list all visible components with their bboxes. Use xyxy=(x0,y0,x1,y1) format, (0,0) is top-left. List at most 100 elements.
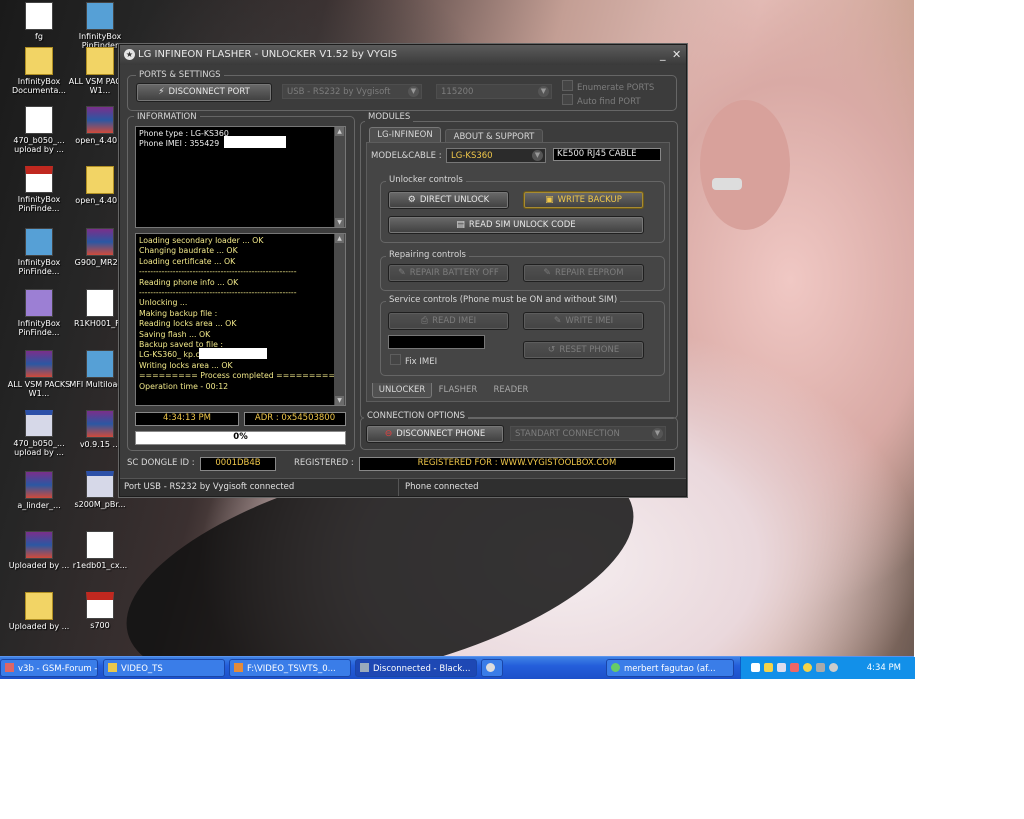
log-line: Changing baudrate ... OK xyxy=(139,246,238,256)
repairing-controls-label: Repairing controls xyxy=(386,250,469,260)
tray-icon-6[interactable] xyxy=(816,663,825,672)
reset-phone-button[interactable]: ↺ RESET PHONE xyxy=(523,341,644,359)
taskbar: v3b - GSM-Forum - M... VIDEO_TS F:\VIDEO… xyxy=(0,656,915,679)
folder-icon xyxy=(86,47,114,75)
repair-battery-off-button[interactable]: ✎ REPAIR BATTERY OFF xyxy=(388,264,509,282)
status-divider xyxy=(398,479,399,496)
wrench-icon: ✎ xyxy=(398,268,406,278)
close-button[interactable]: ✕ xyxy=(672,45,681,65)
window-title: LG INFINEON FLASHER - UNLOCKER V1.52 by … xyxy=(138,49,398,60)
doc-icon xyxy=(25,2,53,30)
log-line: Loading secondary loader ... OK xyxy=(139,236,264,245)
progress-label: 0% xyxy=(233,432,248,442)
wallpaper-earring xyxy=(712,178,742,190)
log-lines: Loading secondary loader ... OK Changing … xyxy=(136,234,345,394)
app-icon xyxy=(25,228,53,256)
write-backup-button[interactable]: ▣ WRITE BACKUP xyxy=(523,191,644,209)
winapp-icon xyxy=(25,410,53,437)
pdf-icon xyxy=(25,166,53,193)
disconnect-port-button[interactable]: ⚡ DISCONNECT PORT xyxy=(136,83,272,102)
backup-icon: ▣ xyxy=(545,195,554,205)
auto-find-port-checkbox[interactable]: Auto find PORT xyxy=(562,94,641,108)
desktop-icon[interactable]: s700 xyxy=(63,592,137,630)
chevron-down-icon: ▼ xyxy=(408,86,419,97)
tray-icon-3[interactable] xyxy=(777,663,786,672)
title-bar[interactable]: ★ LG INFINEON FLASHER - UNLOCKER V1.52 b… xyxy=(120,45,686,65)
scroll-up-icon[interactable]: ▲ xyxy=(335,127,344,136)
cable-display: KE500 RJ45 CABLE xyxy=(553,148,661,161)
ports-settings-label: PORTS & SETTINGS xyxy=(136,70,224,80)
repair-eeprom-button[interactable]: ✎ REPAIR EEPROM xyxy=(523,264,644,282)
modules-label: MODULES xyxy=(365,112,414,122)
tray-icon-2[interactable] xyxy=(764,663,773,672)
imei-input[interactable] xyxy=(388,335,485,349)
log-scrollbar[interactable]: ▲ ▼ xyxy=(334,234,345,405)
sim-icon: ▤ xyxy=(456,220,465,230)
network-icon xyxy=(360,663,369,672)
write-imei-button[interactable]: ✎ WRITE IMEI xyxy=(523,312,644,330)
desktop-icon[interactable]: r1edb01_cx... xyxy=(63,531,137,570)
fix-imei-checkbox[interactable]: Fix IMEI xyxy=(390,354,437,368)
port-select[interactable]: USB - RS232 by Vygisoft ▼ xyxy=(282,84,422,99)
model-select[interactable]: LG-KS360 ▼ xyxy=(446,148,546,163)
progress-bar: 0% xyxy=(135,431,346,445)
phone-disconnect-icon: ⊖ xyxy=(384,429,393,439)
registered-label: REGISTERED : xyxy=(294,458,354,468)
baud-select[interactable]: 115200 ▼ xyxy=(436,84,552,99)
enumerate-ports-checkbox[interactable]: Enumerate PORTS xyxy=(562,80,654,94)
write-icon: ✎ xyxy=(553,316,562,326)
read-sim-unlock-code-button[interactable]: ▤ READ SIM UNLOCK CODE xyxy=(388,216,644,234)
rar-icon xyxy=(86,410,114,438)
phone-status: Phone connected xyxy=(405,482,479,492)
folder-icon xyxy=(25,592,53,620)
flasher-window: ★ LG INFINEON FLASHER - UNLOCKER V1.52 b… xyxy=(119,44,687,497)
read-imei-button[interactable]: ⎙ READ IMEI xyxy=(388,312,509,330)
taskbar-item-disconnected[interactable]: Disconnected - Black... xyxy=(355,659,477,677)
filename-redaction xyxy=(199,348,267,359)
scroll-down-icon[interactable]: ▼ xyxy=(335,396,344,405)
scroll-up-icon[interactable]: ▲ xyxy=(335,234,344,243)
log-line: ----------------------------------------… xyxy=(139,267,297,277)
app-logo-icon: ★ xyxy=(124,49,135,60)
log-line: Operation time - 00:12 xyxy=(139,381,229,391)
reset-icon: ↺ xyxy=(547,345,556,355)
flasher-app-icon xyxy=(486,663,495,672)
taskbar-item-flasher[interactable] xyxy=(481,659,503,677)
messenger-icon xyxy=(611,663,620,672)
tab-flasher[interactable]: FLASHER xyxy=(433,383,483,397)
minimize-button[interactable]: _ xyxy=(660,45,666,65)
taskbar-item-messenger[interactable]: merbert fagutao (af... xyxy=(606,659,734,677)
folder-icon xyxy=(108,663,117,672)
folder-icon xyxy=(86,166,114,194)
log-line: Reading locks area ... OK xyxy=(139,319,237,329)
player-icon xyxy=(234,663,243,672)
rar-icon xyxy=(86,106,114,134)
info-scrollbar[interactable]: ▲ ▼ xyxy=(334,127,345,227)
log-line: ========= Process completed ========= xyxy=(139,371,335,381)
folder-icon xyxy=(25,47,53,75)
status-bar: Port USB - RS232 by Vygisoft connected P… xyxy=(120,478,686,496)
ok-icon xyxy=(25,289,53,317)
taskbar-item-gsm-forum[interactable]: v3b - GSM-Forum - M... xyxy=(0,659,98,677)
connection-options-label: CONNECTION OPTIONS xyxy=(364,411,469,421)
address-display: ADR : 0x54503800 xyxy=(244,412,346,426)
volume-icon[interactable] xyxy=(829,663,838,672)
tab-unlocker[interactable]: UNLOCKER xyxy=(372,383,432,398)
tab-reader[interactable]: READER xyxy=(486,383,536,397)
tab-lg-infineon[interactable]: LG-INFINEON xyxy=(369,127,441,143)
winapp-icon xyxy=(86,471,114,498)
taskbar-item-video-ts[interactable]: VIDEO_TS xyxy=(103,659,225,677)
scroll-down-icon[interactable]: ▼ xyxy=(335,218,344,227)
connection-mode-select[interactable]: STANDART CONNECTION ▼ xyxy=(510,426,666,441)
tray-icon-1[interactable] xyxy=(751,663,760,672)
direct-unlock-button[interactable]: ⚙ DIRECT UNLOCK xyxy=(388,191,509,209)
tray-icon-4[interactable] xyxy=(790,663,799,672)
disconnect-phone-button[interactable]: ⊖ DISCONNECT PHONE xyxy=(366,425,504,443)
desktop-icon-label: r1edb01_cx... xyxy=(72,561,128,570)
taskbar-item-vts-file[interactable]: F:\VIDEO_TS\VTS_0... xyxy=(229,659,351,677)
taskbar-clock: 4:34 PM xyxy=(866,663,901,673)
log-line: Unlocking ... xyxy=(139,298,188,308)
rar-icon xyxy=(25,471,53,499)
tray-icon-5[interactable] xyxy=(803,663,812,672)
desktop-icon[interactable]: InfinityBox PinFinder xyxy=(63,2,137,50)
